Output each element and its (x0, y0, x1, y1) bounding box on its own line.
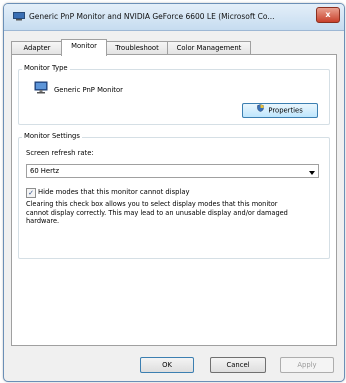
monitor-icon (34, 81, 48, 97)
cancel-button[interactable]: Cancel (210, 357, 266, 373)
apply-button[interactable]: Apply (280, 357, 334, 373)
tab-troubleshoot[interactable]: Troubleshoot (105, 41, 169, 55)
properties-label: Properties (268, 106, 303, 115)
close-icon: x (325, 10, 331, 19)
display-properties-window: Generic PnP Monitor and NVIDIA GeForce 6… (3, 3, 345, 382)
hide-modes-description: Clearing this check box allows you to se… (26, 200, 288, 225)
shield-icon (257, 104, 264, 117)
refresh-rate-value: 60 Hertz (30, 167, 60, 175)
title-bar[interactable]: Generic PnP Monitor and NVIDIA GeForce 6… (4, 4, 344, 31)
properties-button[interactable]: Properties (242, 103, 318, 118)
tab-panel-monitor: Monitor Type Generic PnP Monitor Propert… (11, 54, 337, 346)
refresh-rate-select[interactable]: 60 Hertz (26, 164, 319, 178)
tab-color-management[interactable]: Color Management (167, 41, 251, 55)
tab-adapter[interactable]: Adapter (11, 41, 63, 55)
checkmark-icon: ✓ (28, 189, 34, 197)
monitor-settings-label: Monitor Settings (22, 132, 82, 140)
tab-monitor[interactable]: Monitor (61, 39, 107, 56)
close-button[interactable]: x (316, 7, 340, 23)
ok-button[interactable]: OK (140, 357, 194, 373)
monitor-name: Generic PnP Monitor (54, 86, 123, 94)
refresh-rate-label: Screen refresh rate: (26, 149, 94, 157)
window-title: Generic PnP Monitor and NVIDIA GeForce 6… (29, 12, 275, 21)
display-adapter-icon (13, 12, 25, 21)
hide-modes-label[interactable]: Hide modes that this monitor cannot disp… (38, 188, 190, 196)
monitor-type-label: Monitor Type (22, 64, 70, 72)
dropdown-arrow-icon (309, 169, 315, 177)
hide-modes-checkbox[interactable]: ✓ (26, 188, 36, 198)
